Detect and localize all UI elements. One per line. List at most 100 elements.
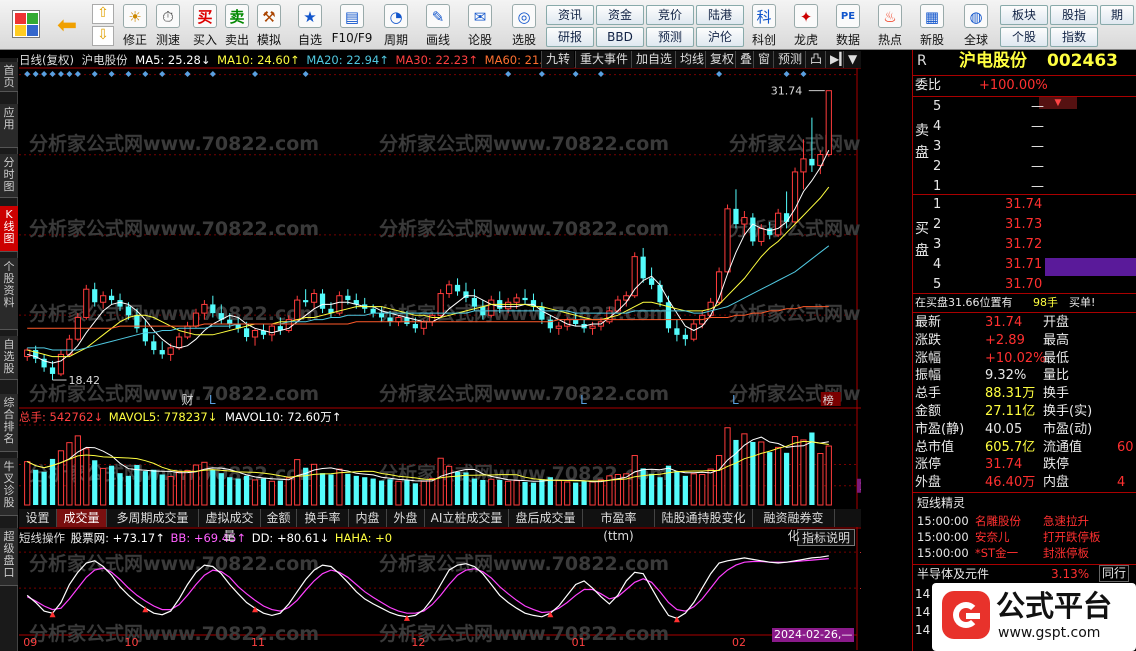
stock-index-button[interactable]: 股指 xyxy=(1050,5,1098,25)
volume-bar xyxy=(66,442,73,506)
news-button[interactable]: 资讯 xyxy=(546,5,594,25)
pin-button[interactable]: 凸 xyxy=(805,51,827,68)
event-marker xyxy=(24,71,31,77)
dragon-tiger-button[interactable]: ✦ 龙虎 xyxy=(786,2,826,48)
window-button[interactable]: 窗 xyxy=(753,51,775,68)
buy-button[interactable]: 买买入 xyxy=(190,2,220,48)
down-arrow-icon[interactable]: ⇩ xyxy=(92,26,114,46)
tab-super-order[interactable]: 超级盘口 xyxy=(0,528,18,586)
buy-price: 31.70 xyxy=(1005,277,1043,292)
subtab-11[interactable]: 陆股通持股变化 xyxy=(655,509,753,527)
tab-home[interactable]: 首页 xyxy=(0,62,18,92)
subtab-10[interactable]: 市盈率(ttm) xyxy=(583,509,655,543)
tech-board-button[interactable]: 科科创 xyxy=(744,2,784,48)
event-marker xyxy=(597,71,604,77)
event-marker xyxy=(142,71,149,77)
auction-button[interactable]: 竞价 xyxy=(646,5,694,25)
candle-body xyxy=(100,295,107,303)
tab-timeshare[interactable]: 分时图 xyxy=(0,154,18,198)
spirit-row[interactable]: 15:00:00 *ST金一 封涨停板 xyxy=(913,544,1136,562)
period-label[interactable]: 日线(复权) xyxy=(19,53,74,67)
subtab-9[interactable]: 盘后成交量 xyxy=(509,509,583,527)
sell-icon: 卖 xyxy=(225,4,249,28)
l-marker: L xyxy=(580,393,587,407)
period-button[interactable]: ◔ 周期 xyxy=(376,2,416,48)
ma-settings-button[interactable]: 均线 xyxy=(675,51,709,68)
bbd-button[interactable]: BBD xyxy=(596,27,644,47)
month-label: 02 xyxy=(732,636,746,649)
shanghai-london-button[interactable]: 沪伦 xyxy=(696,27,744,47)
add-watchlist-button[interactable]: 加自选 xyxy=(631,51,677,68)
hot-button[interactable]: ♨ 热点 xyxy=(870,2,910,48)
chart-canvas[interactable]: 分析家公式网www.70822.com 分析家公式网www.70822.com 分析… xyxy=(19,50,861,651)
hk-connect-button[interactable]: 陆港 xyxy=(696,5,744,25)
f10-button[interactable]: ▤ F10/F9 xyxy=(330,2,374,48)
data-button[interactable]: PE 数据 xyxy=(828,2,868,48)
fix-button[interactable]: ☀ 修正 xyxy=(120,2,150,48)
sell-level: 2 xyxy=(933,159,942,174)
indicator-help-button[interactable]: 指标说明 xyxy=(797,529,856,546)
funds-button[interactable]: 资金 xyxy=(596,5,644,25)
stat-label-2: 量比 xyxy=(1043,368,1070,384)
app-logo-icon[interactable] xyxy=(12,10,40,38)
volume-bar xyxy=(319,473,326,505)
index-button[interactable]: 指数 xyxy=(1050,27,1098,47)
simulate-button[interactable]: ⚒ 模拟 xyxy=(254,2,284,48)
tab-diagnose[interactable]: 牛叉诊股 xyxy=(0,458,18,516)
new-stock-button[interactable]: ▦ 新股 xyxy=(912,2,952,48)
nine-turn-button[interactable]: 九转 xyxy=(541,51,575,68)
subtab-2[interactable]: 多周期成交量 xyxy=(107,509,199,527)
subtab-7[interactable]: 外盘 xyxy=(387,509,425,527)
favorite-button[interactable]: ★ 自选 xyxy=(290,2,330,48)
event-marker xyxy=(159,71,166,77)
watermark-text: 分析家公式网www.70822.com xyxy=(729,302,861,325)
adjust-button[interactable]: 复权 xyxy=(705,51,739,68)
subtab-8[interactable]: AI立桩成交量 xyxy=(425,509,509,527)
tab-watchlist[interactable]: 自选股 xyxy=(0,336,18,380)
volume-bar xyxy=(547,477,553,505)
sector-row[interactable]: 半导体及元件 3.13% 同行 xyxy=(913,565,1136,583)
select-stock-button[interactable]: ◎ 选股 xyxy=(502,2,546,48)
subtab-6[interactable]: 内盘 xyxy=(349,509,387,527)
tab-ranking[interactable]: 综合排名 xyxy=(0,394,18,452)
predict-button[interactable]: 预测 xyxy=(773,51,807,68)
research-button[interactable]: 研报 xyxy=(546,27,594,47)
spirit-event: 封涨停板 xyxy=(1043,546,1089,560)
event-marker xyxy=(538,71,545,77)
logo-url: www.gspt.com xyxy=(998,625,1101,641)
tab-kline[interactable]: K线图 xyxy=(0,206,18,252)
indicator-name[interactable]: 短线操作 xyxy=(19,531,65,545)
subtab-3[interactable]: 虚拟成交量 xyxy=(199,509,261,543)
side-num-2: 14 xyxy=(915,605,931,619)
low-price-label: 18.42 xyxy=(69,374,101,387)
subtab-12[interactable]: 融资融券变化 xyxy=(753,509,835,543)
global-button[interactable]: ◍ 全球 xyxy=(956,2,996,48)
sell-price: — xyxy=(1031,99,1044,114)
back-arrow-icon[interactable]: ⬅ xyxy=(52,12,82,38)
sell-button[interactable]: 卖卖出 xyxy=(222,2,252,48)
discuss-button[interactable]: ✉ 论股 xyxy=(462,2,498,48)
subtab-0[interactable]: 设置 xyxy=(19,509,57,527)
subtab-1[interactable]: 成交量 xyxy=(57,509,107,527)
sector-button[interactable]: 板块 xyxy=(1000,5,1048,25)
stat-row: 市盈(静) 40.05 市盈(动) xyxy=(913,421,1136,439)
forecast-button[interactable]: 预测 xyxy=(646,27,694,47)
futures-button[interactable]: 期 xyxy=(1100,5,1134,25)
subtab-5[interactable]: 换手率 xyxy=(297,509,349,527)
tab-apps[interactable]: 应用 xyxy=(0,104,18,148)
kline-chart-area[interactable]: 分析家公式网www.70822.com 分析家公式网www.70822.com 分析… xyxy=(19,50,862,651)
tab-stock-profile[interactable]: 个股资料 xyxy=(0,258,18,330)
stock-button[interactable]: 个股 xyxy=(1000,27,1048,47)
month-label: 10 xyxy=(124,636,138,649)
major-events-button[interactable]: 重大事件 xyxy=(575,51,633,68)
up-arrow-icon[interactable]: ⇧ xyxy=(92,4,114,24)
spirit-title[interactable]: 短线精灵 xyxy=(917,494,965,512)
sell-row: 3— xyxy=(913,138,1136,156)
candle-body xyxy=(83,288,90,318)
dropdown-icon[interactable]: ▼ xyxy=(843,51,862,68)
candle-body xyxy=(573,319,579,324)
subtab-4[interactable]: 金额 xyxy=(261,509,297,527)
draw-line-button[interactable]: ✎ 画线 xyxy=(418,2,458,48)
speed-test-button[interactable]: ⏱ 测速 xyxy=(152,2,184,48)
volume-bar xyxy=(125,475,132,505)
